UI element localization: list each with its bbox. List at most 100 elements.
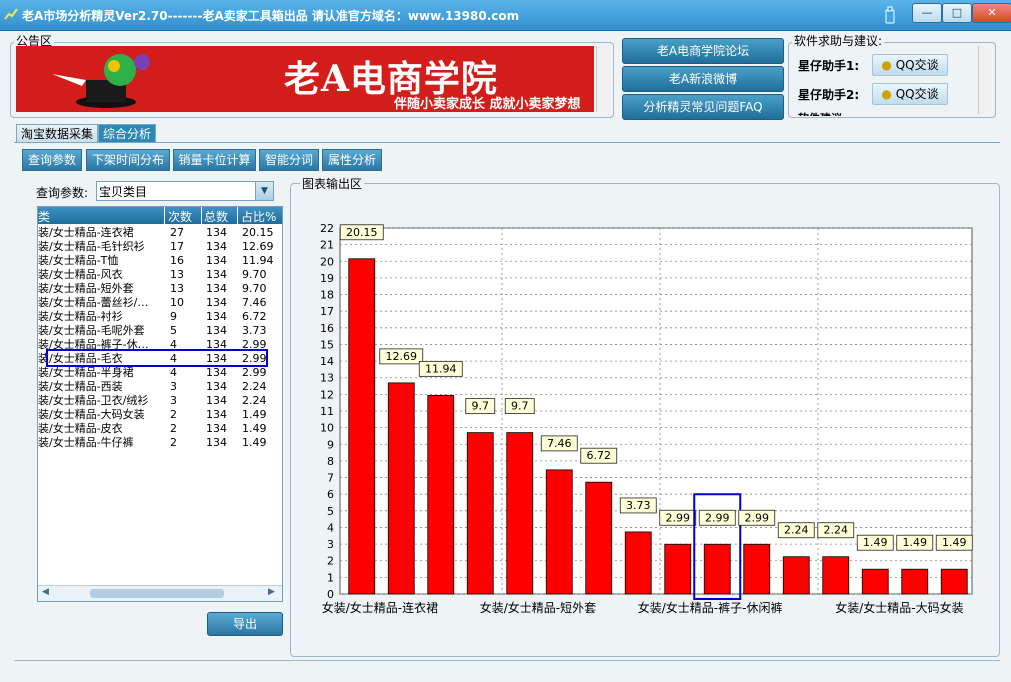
row-percent: 12.69 <box>242 240 274 253</box>
attribute-analysis-button[interactable]: 属性分析 <box>322 149 382 171</box>
x-tick-label: 女装/女士精品-裤子-休闲裤 <box>638 600 783 615</box>
sales-rank-button[interactable]: 销量卡位计算 <box>173 149 256 171</box>
row-percent: 1.49 <box>242 422 267 435</box>
bar <box>743 543 771 595</box>
row-percent: 3.73 <box>242 324 267 337</box>
row-category: 装/女士精品-西装 <box>38 380 123 393</box>
table-row[interactable]: 装/女士精品-蕾丝衫/… 10 134 7.46 <box>38 296 282 310</box>
helper-2-qq-button[interactable]: ● QQ交谈 <box>872 83 948 105</box>
table-row[interactable]: 装/女士精品-牛仔裤 2 134 1.49 <box>38 436 282 450</box>
table-row[interactable]: 装/女士精品-大码女装 2 134 1.49 <box>38 408 282 422</box>
weibo-link-button[interactable]: 老A新浪微博 <box>622 66 784 92</box>
smart-segment-button[interactable]: 智能分词 <box>259 149 319 171</box>
scroll-thumb[interactable] <box>90 589 224 598</box>
data-label: 9.7 <box>511 400 529 413</box>
row-category: 装/女士精品-皮衣 <box>38 422 123 435</box>
penguin-icon: ● <box>881 87 892 101</box>
notice-scrollbar[interactable] <box>596 46 611 112</box>
header-total[interactable]: 总数 <box>204 208 228 225</box>
chevron-down-icon[interactable]: ▼ <box>255 182 273 200</box>
table-row[interactable]: 装/女士精品-衬衫 9 134 6.72 <box>38 310 282 324</box>
row-total: 134 <box>206 436 227 449</box>
header-category[interactable]: 类 <box>38 208 50 225</box>
y-tick-label: 3 <box>327 538 334 551</box>
data-label: 7.46 <box>547 437 572 450</box>
bar <box>545 469 573 595</box>
row-count: 16 <box>170 254 184 267</box>
row-category: 装/女士精品-毛针织衫 <box>38 240 145 253</box>
y-tick-label: 0 <box>327 588 334 601</box>
forum-link-button[interactable]: 老A电商学院论坛 <box>622 38 784 64</box>
close-button[interactable]: ✕ <box>972 3 1011 23</box>
suggestion-label-partial: 软件建议: <box>798 110 846 116</box>
data-label: 2.24 <box>824 524 849 537</box>
y-tick-label: 2 <box>327 555 334 568</box>
row-count: 4 <box>170 366 177 379</box>
row-count: 3 <box>170 394 177 407</box>
row-total: 134 <box>206 380 227 393</box>
bar <box>506 432 534 595</box>
tab-data-collect[interactable]: 淘宝数据采集 <box>16 124 99 143</box>
banner-subtitle: 伴随小卖家成长 成就小卖家梦想 <box>394 97 581 112</box>
row-category: 装/女士精品-毛呢外套 <box>38 324 145 337</box>
y-tick-label: 7 <box>327 472 334 485</box>
table-row[interactable]: 装/女士精品-短外套 13 134 9.70 <box>38 282 282 296</box>
minimize-button[interactable]: — <box>912 3 942 23</box>
data-label: 6.72 <box>587 449 612 462</box>
table-row[interactable]: 装/女士精品-西装 3 134 2.24 <box>38 380 282 394</box>
table-row[interactable]: 装/女士精品-皮衣 2 134 1.49 <box>38 422 282 436</box>
faq-link-button[interactable]: 分析精灵常见问题FAQ <box>622 94 784 120</box>
maximize-button[interactable]: □ <box>942 3 972 23</box>
row-count: 2 <box>170 436 177 449</box>
y-tick-label: 10 <box>320 422 334 435</box>
tab-analysis[interactable]: 综合分析 <box>98 124 157 143</box>
help-scrollbar[interactable] <box>978 46 993 114</box>
query-param-value: 宝贝类目 <box>99 185 148 199</box>
header-count[interactable]: 次数 <box>168 208 192 225</box>
data-label: 12.69 <box>386 350 418 363</box>
row-count: 27 <box>170 226 184 239</box>
penguin-icon: ● <box>881 58 892 72</box>
y-tick-label: 1 <box>327 571 334 584</box>
data-label: 1.49 <box>942 536 967 549</box>
table-row[interactable]: 装/女士精品-半身裙 4 134 2.99 <box>38 366 282 380</box>
table-row[interactable]: 装/女士精品-毛针织衫 17 134 12.69 <box>38 240 282 254</box>
row-total: 134 <box>206 324 227 337</box>
help-title: 软件求助与建议: <box>792 32 885 49</box>
row-percent: 9.70 <box>242 282 267 295</box>
y-tick-label: 9 <box>327 438 334 451</box>
row-total: 134 <box>206 254 227 267</box>
data-label: 3.73 <box>626 499 651 512</box>
scroll-right-icon[interactable]: ▶ <box>268 587 275 597</box>
table-hscrollbar[interactable]: ◀ ▶ <box>38 585 282 601</box>
helper-1-qq-button[interactable]: ● QQ交谈 <box>872 54 948 76</box>
data-label: 20.15 <box>346 226 378 239</box>
notice-banner[interactable]: 老A电商学院 伴随小卖家成长 成就小卖家梦想 <box>16 46 594 112</box>
row-total: 134 <box>206 226 227 239</box>
row-total: 134 <box>206 282 227 295</box>
scroll-left-icon[interactable]: ◀ <box>42 587 49 597</box>
bar <box>427 394 455 595</box>
row-percent: 11.94 <box>242 254 274 267</box>
query-param-select[interactable]: 宝贝类目 ▼ <box>96 181 274 201</box>
row-category: 装/女士精品-衬衫 <box>38 310 123 323</box>
category-table[interactable]: 类 次数 总数 占比% 装/女士精品-连衣裙 27 134 20.15 装/女士精品-毛… <box>37 206 283 602</box>
delist-time-button[interactable]: 下架时间分布 <box>86 149 170 171</box>
helper-1-label: 星仔助手1: <box>798 59 860 73</box>
bar <box>861 568 889 595</box>
table-row[interactable]: 装/女士精品-风衣 13 134 9.70 <box>38 268 282 282</box>
export-button[interactable]: 导出 <box>207 612 283 636</box>
skin-icon[interactable] <box>883 6 897 24</box>
query-params-button[interactable]: 查询参数 <box>22 149 82 171</box>
table-row[interactable]: 装/女士精品-T恤 16 134 11.94 <box>38 254 282 268</box>
table-row[interactable]: 装/女士精品-卫衣/绒衫 3 134 2.24 <box>38 394 282 408</box>
data-label: 1.49 <box>863 536 888 549</box>
table-row[interactable]: 装/女士精品-毛呢外套 5 134 3.73 <box>38 324 282 338</box>
bar <box>624 531 652 595</box>
table-row[interactable]: 装/女士精品-连衣裙 27 134 20.15 <box>38 226 282 240</box>
y-tick-label: 18 <box>320 289 334 302</box>
x-tick-label: 女装/女士精品-短外套 <box>480 600 596 615</box>
header-percent[interactable]: 占比% <box>241 208 276 225</box>
bar-chart: 012345678910111213141516171819202122 20.1… <box>320 222 973 615</box>
row-percent: 2.24 <box>242 380 267 393</box>
